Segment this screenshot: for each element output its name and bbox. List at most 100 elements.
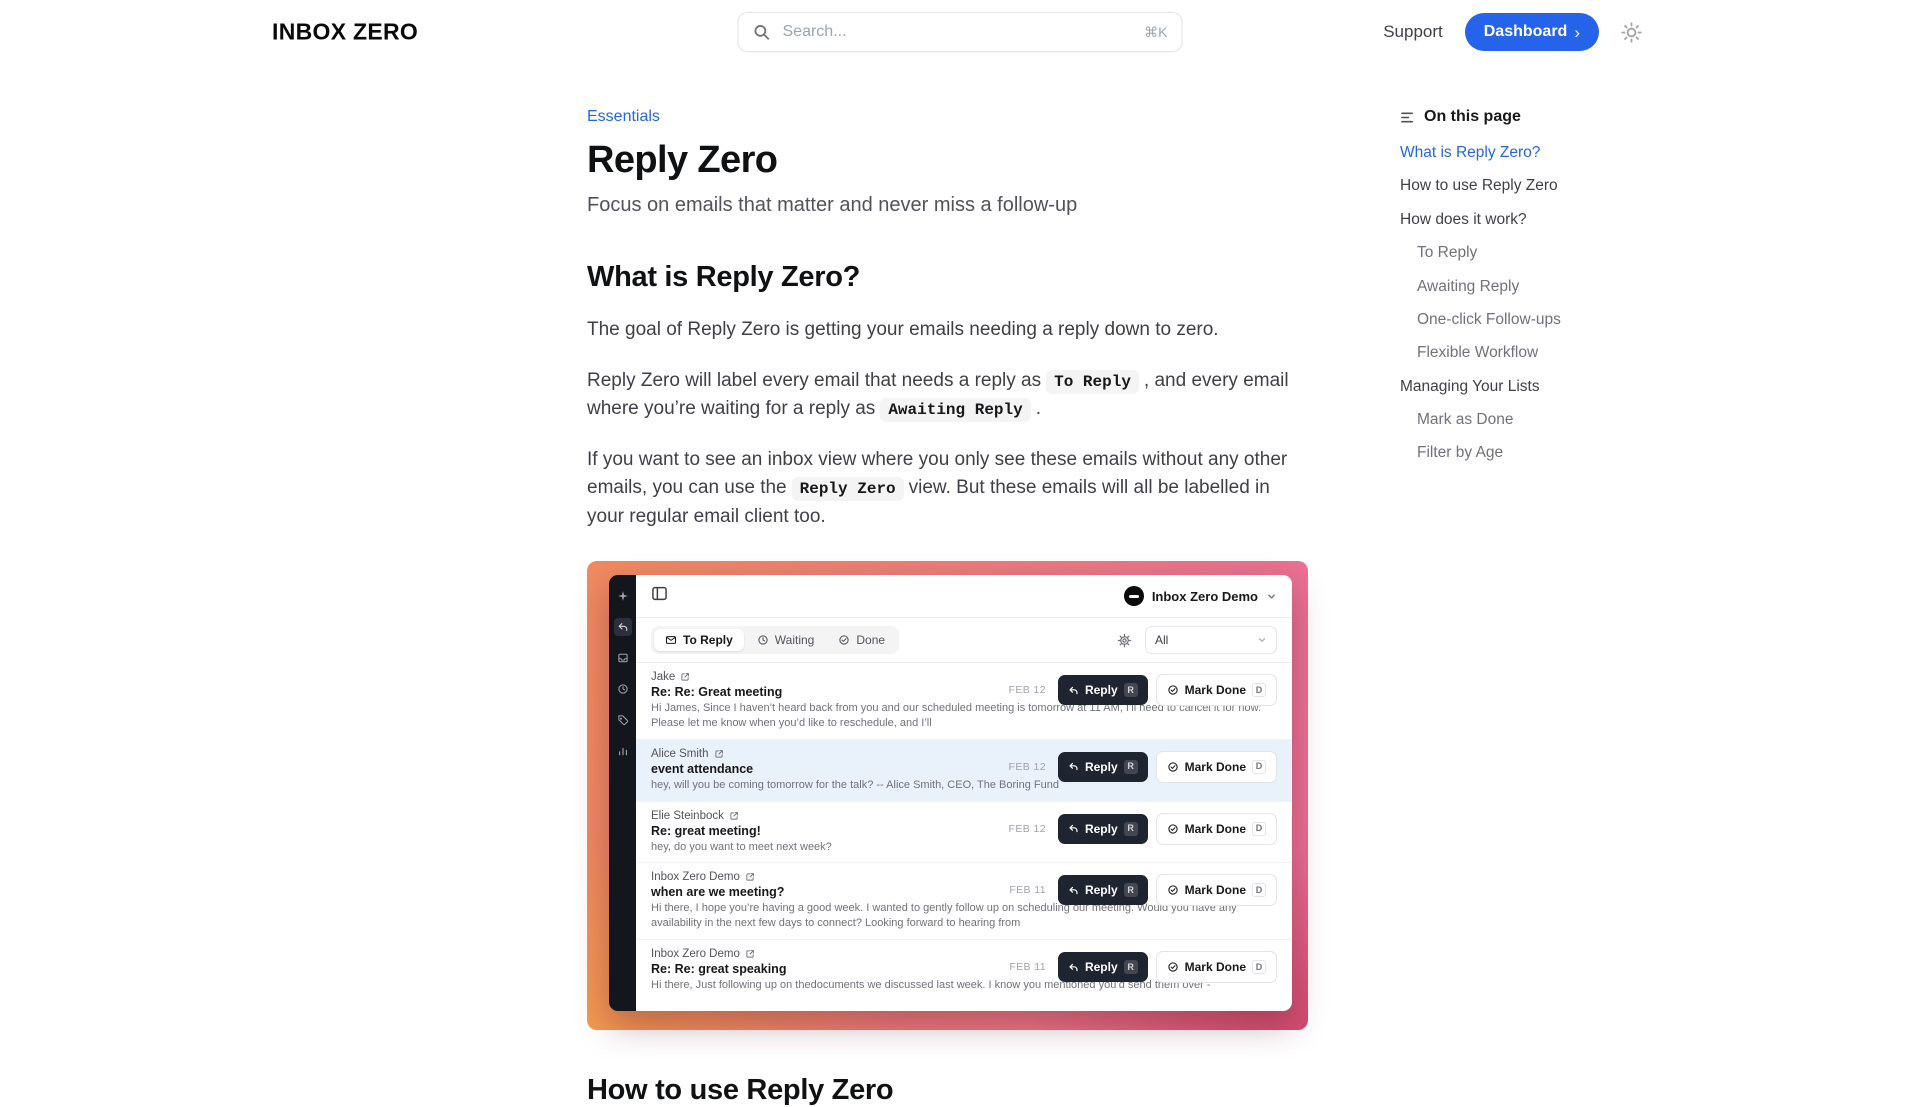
tag-icon: [614, 711, 632, 729]
mark-done-label: Mark Done: [1185, 760, 1246, 774]
toc-item[interactable]: Filter by Age: [1400, 443, 1615, 462]
toc-item[interactable]: To Reply: [1400, 243, 1615, 262]
email-row-actions: FEB 12 Reply R Mark Done: [1009, 813, 1277, 845]
reply-arrow-icon: [1068, 962, 1079, 973]
toc-item[interactable]: Mark as Done: [1400, 410, 1615, 429]
email-row: Jake Re: Re: Great meeting Hi James, Sin…: [636, 663, 1292, 740]
email-sender: Alice Smith: [651, 748, 709, 760]
email-row: Inbox Zero Demo Re: Re: great speaking H…: [636, 940, 1292, 1001]
chevron-down-icon: [1257, 635, 1267, 645]
toc-list: What is Reply Zero? How to use Reply Zero…: [1400, 143, 1615, 463]
table-of-contents: On this page What is Reply Zero? How to u…: [1400, 108, 1615, 463]
reply-button: Reply R: [1058, 675, 1148, 705]
section-heading-how: How to use Reply Zero: [587, 1074, 1308, 1107]
stats-icon: [614, 742, 632, 760]
reply-shortcut-key: R: [1124, 960, 1138, 974]
filter-dropdown: All: [1145, 626, 1277, 654]
reply-shortcut-key: R: [1124, 760, 1138, 774]
reply-button: Reply R: [1058, 875, 1148, 905]
dashboard-label: Dashboard: [1484, 23, 1568, 41]
search-input[interactable]: [781, 22, 1135, 42]
dashboard-button[interactable]: Dashboard ›: [1465, 13, 1599, 51]
clock-icon: [757, 634, 769, 646]
email-list: Jake Re: Re: Great meeting Hi James, Sin…: [636, 663, 1292, 1011]
code-reply-zero: Reply Zero: [792, 477, 904, 501]
paragraph-1: The goal of Reply Zero is getting your e…: [587, 316, 1308, 345]
mark-done-shortcut-key: D: [1252, 822, 1266, 836]
email-sender: Jake: [651, 671, 675, 683]
paragraph-2-text: Reply Zero will label every email that n…: [587, 370, 1041, 391]
demo-top-bar: Inbox Zero Demo: [636, 575, 1292, 618]
toc-item[interactable]: Flexible Workflow: [1400, 343, 1615, 362]
logo[interactable]: INBOX ZERO: [272, 19, 418, 46]
toc-title: On this page: [1424, 108, 1521, 126]
demo-toolbar: To Reply Waiting Done: [636, 618, 1292, 663]
account-name: Inbox Zero Demo: [1152, 589, 1258, 604]
external-link-icon: [729, 811, 739, 821]
paragraph-2-text: .: [1036, 398, 1041, 419]
demo-app-window: Inbox Zero Demo To Reply: [609, 575, 1292, 1011]
account-avatar: [1124, 586, 1144, 606]
demo-sidebar-rail: [609, 575, 636, 1011]
email-date: FEB 12: [1009, 684, 1046, 696]
external-link-icon: [680, 672, 690, 682]
mark-done-button: Mark Done D: [1156, 674, 1277, 706]
demo-toolbar-right: All: [1117, 626, 1277, 654]
reply-button: Reply R: [1058, 752, 1148, 782]
breadcrumb[interactable]: Essentials: [587, 108, 660, 125]
toc-item[interactable]: Awaiting Reply: [1400, 277, 1615, 296]
email-row: Elie Steinbock Re: great meeting! hey, d…: [636, 802, 1292, 864]
code-to-reply: To Reply: [1046, 370, 1139, 394]
mail-icon: [665, 634, 677, 646]
reply-shortcut-key: R: [1124, 822, 1138, 836]
email-sender: Inbox Zero Demo: [651, 948, 740, 960]
tab-label: To Reply: [683, 633, 733, 647]
mark-done-button: Mark Done D: [1156, 874, 1277, 906]
reply-label: Reply: [1085, 760, 1118, 774]
email-date: FEB 11: [1009, 961, 1046, 973]
check-circle-icon: [1167, 884, 1179, 896]
toc-item[interactable]: How does it work?: [1400, 210, 1615, 229]
article: Essentials Reply Zero Focus on emails th…: [587, 108, 1308, 1107]
clock-icon: [614, 680, 632, 698]
search-bar[interactable]: ⌘K: [738, 12, 1183, 52]
email-date: FEB 12: [1009, 761, 1046, 773]
page-body: Essentials Reply Zero Focus on emails th…: [0, 64, 1920, 1107]
filter-value: All: [1155, 633, 1168, 647]
toc-item[interactable]: One-click Follow-ups: [1400, 310, 1615, 329]
email-date: FEB 12: [1009, 823, 1046, 835]
check-circle-icon: [838, 634, 850, 646]
toc-item[interactable]: Managing Your Lists: [1400, 377, 1615, 396]
reply-label: Reply: [1085, 822, 1118, 836]
page-title: Reply Zero: [587, 139, 1308, 182]
tab-waiting: Waiting: [746, 629, 826, 651]
external-link-icon: [745, 949, 755, 959]
reply-arrow-icon: [1068, 761, 1079, 772]
check-circle-icon: [1167, 961, 1179, 973]
toc-item[interactable]: What is Reply Zero?: [1400, 143, 1615, 162]
reply-shortcut-key: R: [1124, 683, 1138, 697]
search-shortcut: ⌘K: [1144, 24, 1167, 41]
theme-toggle-button[interactable]: [1621, 22, 1642, 43]
mark-done-shortcut-key: D: [1252, 883, 1266, 897]
reply-shortcut-key: R: [1124, 883, 1138, 897]
email-row-actions: FEB 12 Reply R Mark Done: [1009, 674, 1277, 706]
email-row: Alice Smith event attendance hey, will y…: [636, 740, 1292, 802]
code-awaiting-reply: Awaiting Reply: [880, 398, 1030, 422]
toc-header: On this page: [1400, 108, 1615, 126]
mark-done-label: Mark Done: [1185, 822, 1246, 836]
mark-done-shortcut-key: D: [1252, 960, 1266, 974]
toc-item[interactable]: How to use Reply Zero: [1400, 176, 1615, 195]
reply-arrow-icon: [1068, 823, 1079, 834]
tab-label: Done: [856, 633, 885, 647]
mark-done-label: Mark Done: [1185, 883, 1246, 897]
email-sender: Elie Steinbock: [651, 810, 724, 822]
reply-arrow-icon: [1068, 885, 1079, 896]
section-heading-what: What is Reply Zero?: [587, 261, 1308, 294]
support-link[interactable]: Support: [1383, 22, 1443, 42]
email-date: FEB 11: [1009, 884, 1046, 896]
tab-to-reply: To Reply: [654, 629, 744, 651]
sparkles-icon: [614, 587, 632, 605]
chevron-right-icon: ›: [1574, 24, 1580, 41]
email-row-actions: FEB 11 Reply R Mark Done: [1009, 951, 1277, 983]
